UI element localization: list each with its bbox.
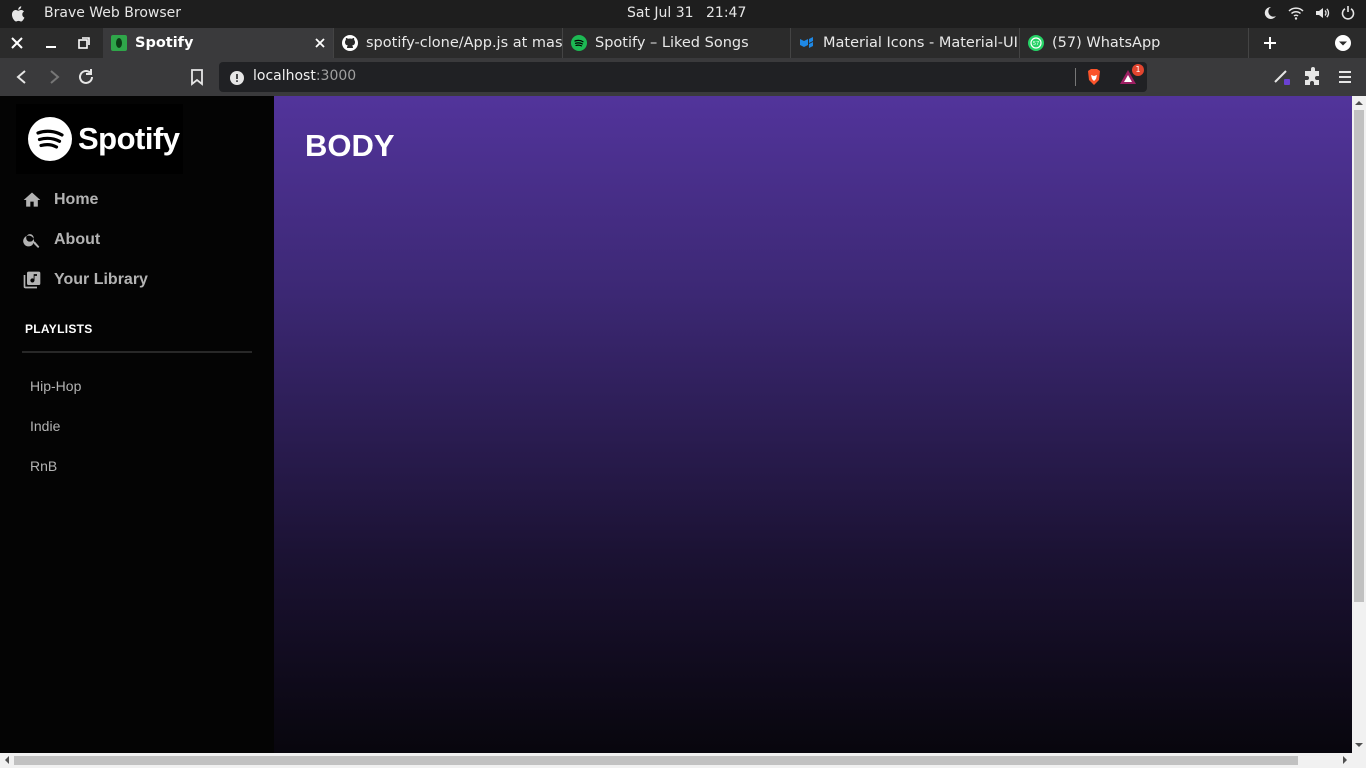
minimize-icon <box>45 46 56 48</box>
volume-icon[interactable] <box>1314 5 1330 21</box>
material-ui-icon <box>800 37 813 48</box>
tab-title: Material Icons - Material-UI <box>823 35 1018 51</box>
brave-shields-icon[interactable] <box>1085 68 1103 86</box>
tab-title: spotify-clone/App.js at mast <box>366 35 563 51</box>
scroll-left-icon[interactable] <box>3 756 11 764</box>
playlists-heading: PLAYLISTS <box>25 322 93 336</box>
plus-icon <box>1264 37 1276 49</box>
tab-search-icon[interactable] <box>1334 34 1352 52</box>
horizontal-scrollbar[interactable] <box>0 753 1366 768</box>
tab-github[interactable]: spotify-clone/App.js at mast <box>334 28 563 58</box>
wifi-icon[interactable] <box>1288 5 1304 21</box>
back-icon[interactable] <box>12 67 32 87</box>
restore-icon <box>77 37 90 49</box>
playlist-item-indie[interactable]: Indie <box>30 418 60 434</box>
tab-whatsapp[interactable]: 57 (57) WhatsApp <box>1020 28 1249 58</box>
power-icon[interactable] <box>1340 5 1356 21</box>
clock[interactable]: Sat Jul 31 21:47 <box>627 5 746 21</box>
vertical-scrollbar[interactable] <box>1352 96 1366 753</box>
address-bar[interactable]: localhost:3000 1 <box>219 62 1147 92</box>
rewards-badge: 1 <box>1132 64 1144 76</box>
github-icon <box>342 35 358 51</box>
wallet-pen-icon[interactable] <box>1272 67 1292 87</box>
sidebar-item-label: Home <box>54 191 99 208</box>
playlists-divider <box>22 351 252 353</box>
close-icon <box>10 37 23 49</box>
playlist-item-hip-hop[interactable]: Hip-Hop <box>30 378 81 394</box>
apple-icon[interactable] <box>10 5 28 23</box>
playlist-item-rnb[interactable]: RnB <box>30 458 57 474</box>
whatsapp-icon: 57 <box>1028 35 1044 51</box>
scroll-down-icon[interactable] <box>1355 741 1363 749</box>
browser-toolbar: localhost:3000 1 <box>0 58 1366 96</box>
tab-title: Spotify – Liked Songs <box>595 35 749 51</box>
extensions-icon[interactable] <box>1303 67 1323 87</box>
bookmark-icon[interactable] <box>187 67 207 87</box>
scroll-up-icon[interactable] <box>1355 99 1363 107</box>
menu-icon[interactable] <box>1335 67 1355 87</box>
new-tab-button[interactable] <box>1258 31 1282 55</box>
app-title: Brave Web Browser <box>44 5 181 21</box>
site-info-icon[interactable] <box>230 71 244 85</box>
url-port: :3000 <box>315 68 357 84</box>
spotify-icon <box>571 35 587 51</box>
sidebar-item-your-library[interactable]: Your Library <box>22 267 148 293</box>
tab-title: (57) WhatsApp <box>1052 35 1161 51</box>
sidebar-item-label: Your Library <box>54 271 148 288</box>
library-music-icon <box>23 271 41 289</box>
spotify-green-icon <box>111 35 127 51</box>
spotify-logo-icon <box>28 117 72 161</box>
page-viewport: Spotify Home About Your Library PLAYLIST… <box>0 96 1352 753</box>
window-minimize-button[interactable] <box>34 28 67 58</box>
time-label: 21:47 <box>706 5 747 21</box>
spotify-wordmark: Spotify <box>78 121 180 156</box>
sidebar: Spotify Home About Your Library PLAYLIST… <box>0 96 274 753</box>
tab-strip: Spotify spotify-clone/App.js at mast Spo… <box>0 28 1366 58</box>
url-text[interactable]: localhost:3000 <box>253 68 356 84</box>
search-icon <box>23 234 40 248</box>
window-restore-button[interactable] <box>67 28 100 58</box>
spotify-logo[interactable]: Spotify <box>16 104 183 174</box>
url-divider <box>1075 68 1076 86</box>
reload-icon[interactable] <box>76 67 96 87</box>
tab-spotify[interactable]: Spotify <box>103 28 334 58</box>
main-body: BODY <box>274 96 1352 753</box>
svg-text:57: 57 <box>1033 41 1039 47</box>
body-heading: BODY <box>305 128 395 163</box>
system-tray[interactable] <box>1262 5 1356 21</box>
sidebar-item-home[interactable]: Home <box>22 187 98 213</box>
sidebar-item-label: About <box>54 231 101 248</box>
night-mode-icon[interactable] <box>1262 5 1278 21</box>
date-label: Sat Jul 31 <box>627 5 694 21</box>
vertical-scroll-thumb[interactable] <box>1354 110 1364 602</box>
os-top-bar: Brave Web Browser Sat Jul 31 21:47 <box>0 0 1366 28</box>
tab-title: Spotify <box>135 35 194 51</box>
home-icon <box>23 192 41 207</box>
tab-close-icon[interactable] <box>313 36 327 50</box>
horizontal-scroll-thumb[interactable] <box>14 756 1298 765</box>
sidebar-item-about[interactable]: About <box>22 227 100 253</box>
tab-material-icons[interactable]: Material Icons - Material-UI <box>791 28 1020 58</box>
tab-spotify-liked-songs[interactable]: Spotify – Liked Songs <box>563 28 791 58</box>
url-host: localhost <box>253 68 316 84</box>
window-close-button[interactable] <box>0 28 33 58</box>
scroll-right-icon[interactable] <box>1341 756 1349 764</box>
forward-icon[interactable] <box>44 67 64 87</box>
